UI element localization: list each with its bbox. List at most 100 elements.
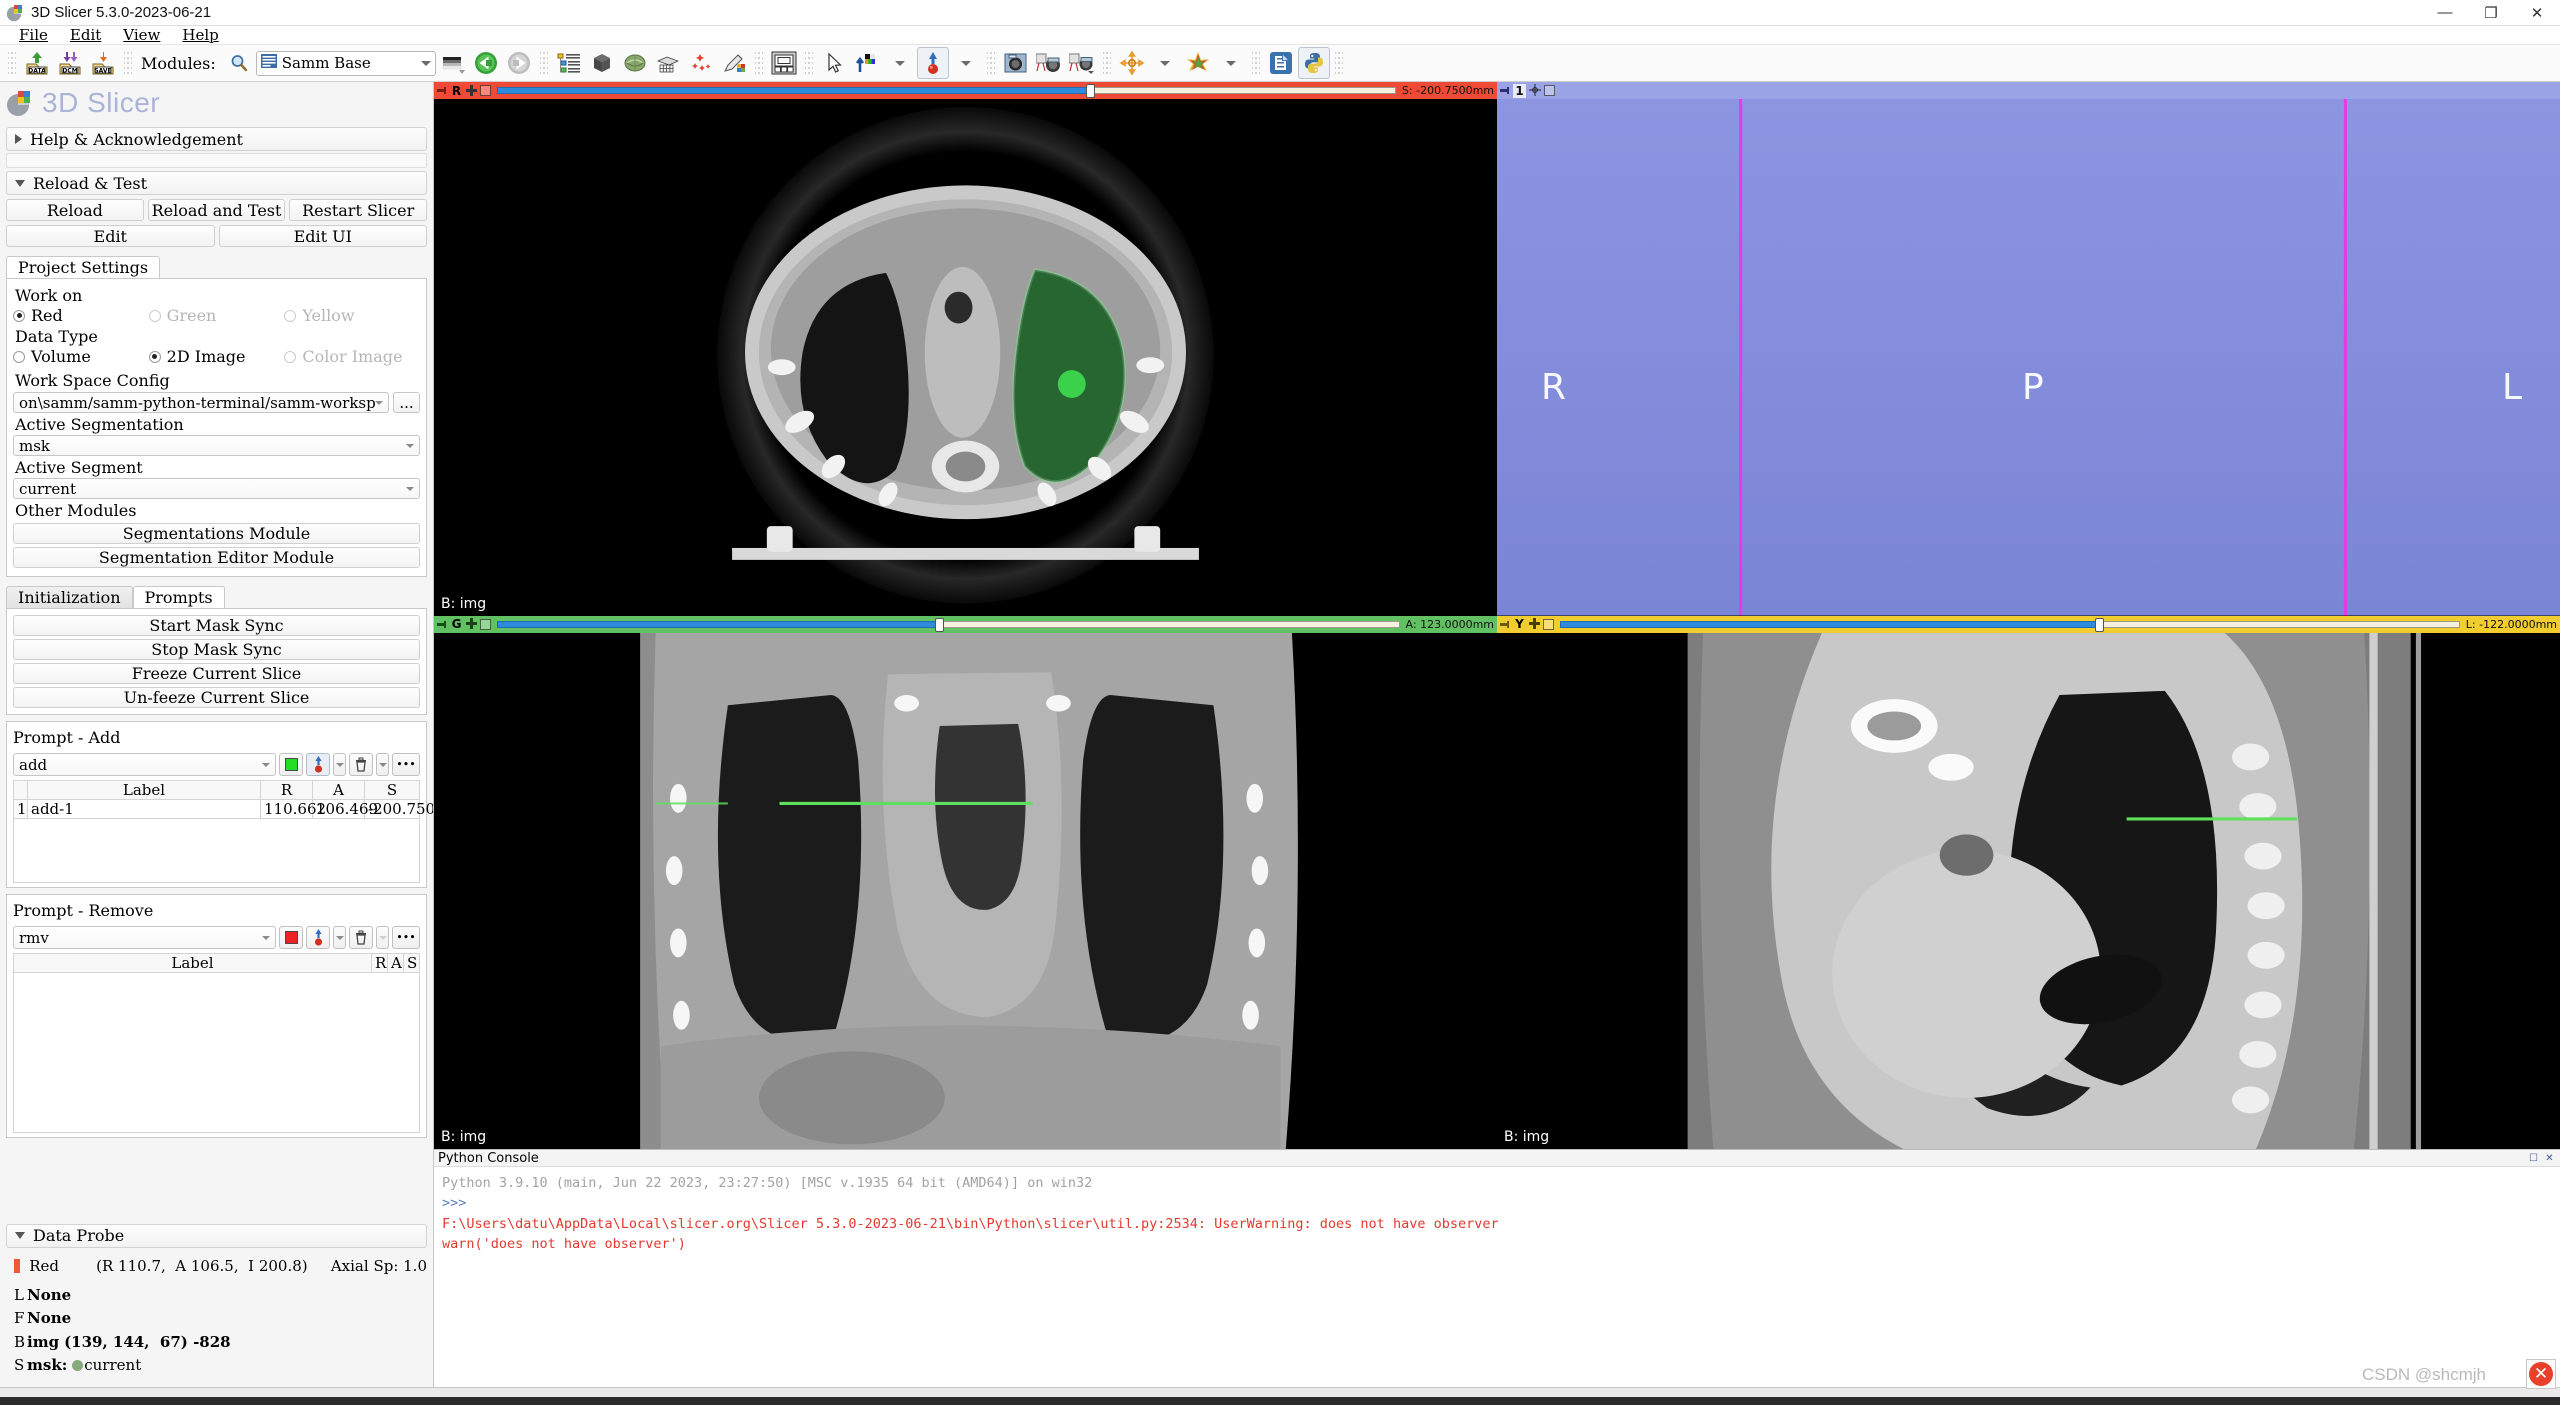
threed-view[interactable]: 1 R P L: [1497, 82, 2560, 616]
prompt-remove-color-button[interactable]: [279, 926, 303, 949]
center-view-icon[interactable]: [1529, 82, 1541, 101]
stop-mask-sync-button[interactable]: Stop Mask Sync: [13, 639, 420, 660]
minimize-button[interactable]: —: [2422, 0, 2468, 26]
prompt-add-delete-icon[interactable]: [349, 753, 373, 776]
maximize-view-icon[interactable]: [1543, 618, 1554, 630]
prompt-remove-more-button[interactable]: •••: [392, 926, 420, 949]
overlay-close-button[interactable]: ✕: [2526, 1359, 2556, 1389]
threed-render-area[interactable]: R P L: [1497, 99, 2560, 616]
previous-module-icon[interactable]: [470, 47, 502, 79]
chevron-down-icon[interactable]: [406, 486, 414, 491]
yellow-slice-image[interactable]: B: img: [1497, 632, 2560, 1149]
close-button[interactable]: ✕: [2514, 0, 2560, 26]
prompt-remove-combo[interactable]: rmv: [13, 926, 276, 949]
prompt-add-color-button[interactable]: [279, 753, 303, 776]
scene-views-icon[interactable]: [1066, 47, 1098, 79]
reload-dropdown-icon[interactable]: [1215, 47, 1247, 79]
chevron-down-icon[interactable]: [262, 762, 270, 767]
module-selector[interactable]: Samm Base: [255, 50, 436, 76]
radio-work-on-red[interactable]: Red: [13, 306, 149, 325]
python-console-icon[interactable]: [1297, 47, 1330, 79]
tab-initialization[interactable]: Initialization: [6, 586, 133, 608]
extension-manager-icon[interactable]: [1265, 47, 1297, 79]
workspace-config-combo[interactable]: on\samm/samm-python-terminal/samm-worksp…: [13, 392, 389, 413]
favorite-modules-icon[interactable]: [437, 47, 469, 79]
menu-view[interactable]: View: [112, 26, 171, 44]
restart-slicer-button[interactable]: Restart Slicer: [289, 199, 428, 221]
help-acknowledgement-section[interactable]: Help & Acknowledgement: [6, 127, 427, 151]
edit-ui-button[interactable]: Edit UI: [218, 225, 427, 247]
chevron-down-icon[interactable]: [375, 400, 383, 405]
volumes-icon[interactable]: [586, 47, 618, 79]
segmentation-editor-module-button[interactable]: Segmentation Editor Module: [13, 547, 420, 568]
maximize-view-icon[interactable]: [480, 618, 491, 630]
reload-and-test-button[interactable]: Reload and Test: [147, 199, 286, 221]
prompt-add-place-dropdown-icon[interactable]: [333, 753, 346, 776]
layout-icon[interactable]: [768, 47, 800, 79]
visibility-icon[interactable]: [466, 82, 477, 101]
table-row[interactable]: 1 add-1 110.662 106.469 -200.750: [13, 799, 433, 819]
chevron-down-icon[interactable]: [420, 60, 431, 66]
pin-icon[interactable]: [436, 619, 447, 630]
crosshair-icon[interactable]: [916, 47, 949, 79]
maximize-view-icon[interactable]: [480, 85, 491, 96]
freeze-current-slice-button[interactable]: Freeze Current Slice: [13, 663, 420, 684]
segmentations-module-button[interactable]: Segmentations Module: [13, 523, 420, 544]
red-slice-image[interactable]: B: img: [434, 99, 1497, 616]
next-module-icon[interactable]: [503, 47, 535, 79]
maximize-button[interactable]: ❐: [2468, 0, 2514, 26]
menu-file[interactable]: File: [8, 26, 59, 44]
yellow-slice-slider[interactable]: [1560, 617, 2460, 632]
menu-help[interactable]: Help: [171, 26, 229, 44]
python-console-output[interactable]: Python 3.9.10 (main, Jun 22 2023, 23:27:…: [434, 1167, 2560, 1260]
prompt-add-more-button[interactable]: •••: [392, 753, 420, 776]
models-icon[interactable]: [619, 47, 651, 79]
yellow-slice-view[interactable]: Y L: -122.0000mm B: img: [1497, 615, 2560, 1149]
undock-icon[interactable]: ☐: [2527, 1152, 2540, 1165]
reload-button[interactable]: Reload: [6, 199, 144, 221]
chevron-down-icon[interactable]: [406, 443, 414, 448]
visibility-icon[interactable]: [466, 616, 477, 635]
prompt-remove-delete-icon[interactable]: [349, 926, 373, 949]
screenshot-icon[interactable]: [1000, 47, 1032, 79]
prompt-add-combo[interactable]: add: [13, 753, 276, 776]
active-segment-combo[interactable]: current: [13, 478, 420, 499]
load-data-icon[interactable]: DATA: [21, 47, 53, 79]
center-view-dropdown-icon[interactable]: [1149, 47, 1181, 79]
workspace-browse-button[interactable]: ...: [393, 392, 420, 413]
radio-data-type-volume[interactable]: Volume: [13, 347, 149, 366]
green-slice-image[interactable]: B: img: [434, 632, 1497, 1149]
pin-icon[interactable]: [436, 85, 447, 96]
close-icon[interactable]: ✕: [2543, 1152, 2556, 1165]
markups-icon[interactable]: [685, 47, 717, 79]
start-mask-sync-button[interactable]: Start Mask Sync: [13, 615, 420, 636]
pin-icon[interactable]: [1499, 619, 1510, 630]
save-data-icon[interactable]: SAVE: [87, 47, 119, 79]
center-view-icon[interactable]: [1116, 47, 1148, 79]
load-dicom-icon[interactable]: DCM: [54, 47, 86, 79]
maximize-view-icon[interactable]: [1544, 85, 1555, 96]
tab-prompts[interactable]: Prompts: [132, 586, 225, 608]
edit-button[interactable]: Edit: [6, 225, 215, 247]
unfreeze-current-slice-button[interactable]: Un-feeze Current Slice: [13, 687, 420, 708]
pin-icon[interactable]: [1499, 85, 1510, 96]
green-slice-slider[interactable]: [497, 617, 1400, 632]
visibility-icon[interactable]: [1529, 616, 1540, 635]
radio-data-type-2d-image[interactable]: 2D Image: [148, 347, 285, 366]
tab-project-settings[interactable]: Project Settings: [6, 256, 161, 278]
window-level-dropdown-icon[interactable]: [884, 47, 916, 79]
search-icon[interactable]: [223, 47, 255, 79]
reload-test-section[interactable]: Reload & Test: [6, 171, 427, 195]
menu-edit[interactable]: Edit: [59, 26, 112, 44]
chevron-down-icon[interactable]: [262, 935, 270, 940]
mouse-mode-icon[interactable]: [818, 47, 850, 79]
prompt-add-place-point-icon[interactable]: [306, 753, 330, 776]
crosshair-dropdown-icon[interactable]: [950, 47, 982, 79]
transforms-icon[interactable]: [652, 47, 684, 79]
prompt-remove-place-dropdown-icon[interactable]: [333, 926, 346, 949]
annotations-icon[interactable]: [718, 47, 750, 79]
red-slice-slider[interactable]: [497, 84, 1396, 98]
window-level-icon[interactable]: [851, 47, 883, 79]
green-slice-view[interactable]: G A: 123.0000mm B: img: [434, 615, 1497, 1149]
prompt-remove-place-point-icon[interactable]: [306, 926, 330, 949]
